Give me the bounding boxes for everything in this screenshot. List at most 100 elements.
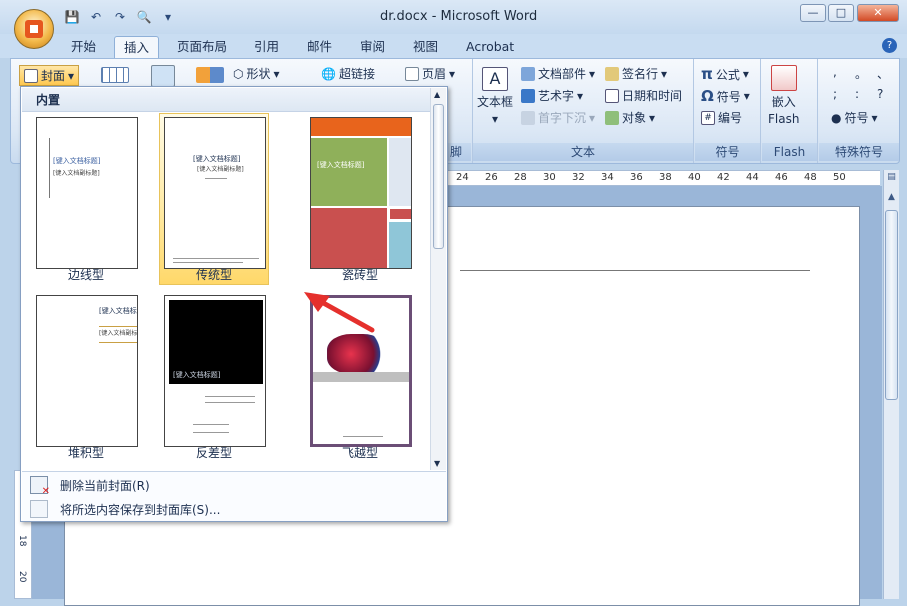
cover-item-label: 瓷砖型 <box>341 268 378 282</box>
embed-flash-button[interactable]: 嵌入 Flash <box>768 65 799 126</box>
textbox-button[interactable]: A 文本框 ▾ <box>477 67 513 126</box>
redo-icon[interactable]: ↷ <box>110 8 130 26</box>
special-symbol-button[interactable]: ● 符号 ▾ <box>831 109 878 126</box>
equation-label: 公式 <box>715 67 740 82</box>
special-char-comma[interactable]: , <box>833 65 837 79</box>
object-label: 对象 <box>622 111 647 125</box>
cover-title-placeholder: [键入文档标题] <box>53 157 101 165</box>
tab-acrobat[interactable]: Acrobat <box>457 36 523 58</box>
tile-red <box>311 208 387 268</box>
text-line <box>173 258 259 259</box>
ruler-number: 50 <box>833 172 846 183</box>
text-group-label: 文本 <box>473 143 693 161</box>
signature-line-button[interactable]: 签名行 ▾ <box>605 65 667 82</box>
tab-view[interactable]: 视图 <box>404 36 447 58</box>
cover-title-placeholder: [键入文档标题] <box>317 161 365 169</box>
object-button[interactable]: 对象 ▾ <box>605 109 655 126</box>
watermark-url: jingyan.baidu.com <box>690 543 810 558</box>
special-char-colon[interactable]: : <box>855 87 859 101</box>
header-button[interactable]: 页眉 ▾ <box>405 65 455 82</box>
tab-insert[interactable]: 插入 <box>114 36 160 58</box>
wordart-button[interactable]: 艺术字 ▾ <box>521 87 583 104</box>
help-icon[interactable]: ? <box>882 38 897 53</box>
bullet-icon: ● <box>831 110 842 125</box>
cover-title-placeholder: [键入文档标题] <box>99 307 137 315</box>
picture-icon[interactable] <box>151 65 175 87</box>
shapes-button[interactable]: ⬡ 形状 ▾ <box>233 65 280 82</box>
cover-subtitle-placeholder: [键入文档副标题] <box>197 166 244 173</box>
hyperlink-label: 超链接 <box>338 67 375 81</box>
symbol-button[interactable]: Ω 符号 ▾ <box>701 87 750 105</box>
maximize-button[interactable]: □ <box>828 4 854 22</box>
close-button[interactable]: ✕ <box>857 4 899 22</box>
text-line <box>173 262 243 263</box>
quick-parts-button[interactable]: 文档部件 ▾ <box>521 65 595 82</box>
drop-cap-icon <box>521 110 535 125</box>
save-selection-to-gallery-button[interactable]: 将所选内容保存到封面库(S)... <box>30 498 220 520</box>
header-icon <box>405 66 419 81</box>
scroll-up-icon[interactable]: ▲ <box>885 192 898 206</box>
cover-item-tiles[interactable]: [键入文档标题] 瓷砖型 <box>305 113 415 285</box>
date-time-button[interactable]: 日期和时间 <box>605 87 682 104</box>
tab-page-layout[interactable]: 页面布局 <box>168 36 236 58</box>
text-line <box>99 326 137 327</box>
flyby-title-band <box>313 372 409 382</box>
cover-item-contrast[interactable]: [键入文档标题] 反差型 <box>159 291 269 463</box>
tab-references[interactable]: 引用 <box>245 36 288 58</box>
wordart-label: 艺术字 <box>538 89 575 103</box>
flash-group-label: Flash <box>762 143 817 161</box>
office-logo-icon <box>25 20 43 38</box>
gallery-scroll-up-icon[interactable]: ▲ <box>434 90 440 99</box>
gallery-scroll-down-icon[interactable]: ▼ <box>434 459 440 468</box>
save-to-gallery-label: 将所选内容保存到封面库(S)... <box>60 502 221 517</box>
cover-title-placeholder: [键入文档标题] <box>193 155 241 163</box>
textbox-icon: A <box>482 67 508 91</box>
horizontal-ruler[interactable]: 24 26 28 30 32 34 36 38 40 42 44 46 48 5… <box>448 170 880 186</box>
header-label: 页眉 <box>422 67 447 81</box>
special-char-semicolon[interactable]: ; <box>833 87 837 101</box>
text-line <box>193 432 229 433</box>
remove-cover-page-button[interactable]: 删除当前封面(R) <box>30 474 150 497</box>
ruler-toggle-icon[interactable]: ▤ <box>885 172 898 186</box>
globe-icon: 🌐 <box>321 66 336 81</box>
tab-review[interactable]: 审阅 <box>351 36 394 58</box>
cover-item-sideline[interactable]: [键入文档标题] [键入文档副标题] 边线型 <box>31 113 141 285</box>
tab-mailings[interactable]: 邮件 <box>298 36 341 58</box>
watermark-text: Baidu经验 <box>690 499 847 534</box>
special-char-dun[interactable]: 、 <box>877 65 889 82</box>
ruler-number: 34 <box>601 172 614 183</box>
undo-icon[interactable]: ↶ <box>86 8 106 26</box>
clipart-icon[interactable] <box>196 67 224 83</box>
minimize-button[interactable]: — <box>800 4 826 22</box>
special-char-question[interactable]: ? <box>877 87 883 101</box>
numbering-button[interactable]: # 编号 <box>701 109 742 126</box>
scroll-thumb[interactable] <box>885 210 898 400</box>
ribbon-tabs: 开始 插入 页面布局 引用 邮件 审阅 视图 Acrobat <box>0 34 907 58</box>
cover-subtitle-placeholder: [键入文档副标题] <box>99 330 138 337</box>
cover-page-button[interactable]: 封面 ▾ <box>19 65 80 86</box>
cover-item-stacks[interactable]: [键入文档标题] [键入文档副标题] 堆积型 <box>31 291 141 463</box>
cover-item-traditional[interactable]: [键入文档标题] [键入文档副标题] 传统型 <box>159 113 269 285</box>
gallery-scroll-thumb[interactable] <box>433 104 444 249</box>
cover-item-label: 飞越型 <box>341 446 378 460</box>
office-button[interactable] <box>14 9 54 49</box>
window-title: dr.docx - Microsoft Word <box>380 9 538 24</box>
symbols-group-label: 符号 <box>695 143 760 161</box>
customize-qat-icon[interactable]: ▾ <box>158 8 178 26</box>
signature-label: 签名行 <box>622 67 659 81</box>
flash-icon <box>770 65 797 91</box>
text-line <box>205 396 255 397</box>
gallery-scrollbar[interactable]: ▲ ▼ <box>430 88 446 470</box>
table-icon[interactable] <box>101 67 129 83</box>
special-char-period[interactable]: 。 <box>855 65 867 82</box>
save-icon[interactable]: 💾 <box>62 8 82 26</box>
tile-green <box>311 138 387 206</box>
tab-home[interactable]: 开始 <box>62 36 105 58</box>
equation-button[interactable]: π 公式 ▾ <box>701 65 749 83</box>
hyperlink-button[interactable]: 🌐 超链接 <box>321 65 375 82</box>
text-line <box>205 178 227 179</box>
signature-icon <box>605 66 619 81</box>
shapes-icon: ⬡ <box>233 66 244 81</box>
drop-cap-button[interactable]: 首字下沉 ▾ <box>521 109 595 126</box>
print-preview-icon[interactable]: 🔍 <box>134 8 154 26</box>
